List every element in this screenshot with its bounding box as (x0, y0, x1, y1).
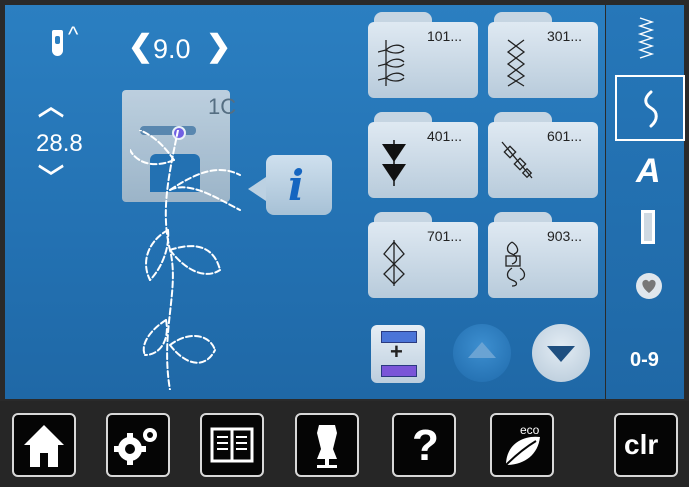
needle-icon (52, 30, 63, 56)
width-increase-button[interactable]: ❯ (206, 32, 231, 62)
quilt-stitch-icon (383, 240, 405, 286)
stitch-length-control: ︿ 28.8 ﹀ (24, 93, 94, 194)
combination-mode-button[interactable]: + (371, 325, 425, 383)
category-number: 401... (426, 128, 462, 144)
width-decrease-button[interactable]: ❮ (128, 32, 153, 62)
clear-label: clr (624, 429, 659, 460)
stitch-length-value: 28.8 (36, 130, 83, 157)
buttonholes-icon[interactable] (641, 210, 655, 244)
category-folder-101[interactable]: 101... (368, 12, 478, 98)
help-button[interactable]: ? (392, 413, 456, 477)
cross-stitch-icon (506, 39, 526, 87)
ornament-stitch-icon (505, 241, 526, 287)
pattern-bar-icon (381, 365, 417, 377)
clear-button[interactable]: clr (614, 413, 678, 477)
plus-icon: + (390, 339, 403, 364)
stitch-width-control: ❮ 9.0 ❯ (128, 30, 238, 70)
info-icon: i (288, 161, 304, 210)
category-folder-903[interactable]: 903... (488, 212, 598, 298)
length-increase-button[interactable]: ︿ (38, 93, 64, 119)
scroll-up-button[interactable] (453, 324, 511, 382)
category-folder-701[interactable]: 701... (368, 212, 478, 298)
monogram-numbers-button[interactable]: 0-9 (630, 349, 659, 372)
gears-icon (114, 428, 157, 465)
eco-button[interactable]: eco (490, 413, 554, 477)
scroll-down-button[interactable] (532, 324, 590, 382)
decorative-stitches-icon[interactable] (640, 90, 662, 130)
quilt-heart-icon[interactable] (635, 272, 663, 300)
needle-caret: ^ (68, 22, 79, 47)
stitch-preview (130, 130, 241, 390)
book-icon (210, 427, 254, 463)
info-button[interactable]: i (248, 155, 332, 215)
category-number: 903... (546, 228, 582, 244)
category-menu (606, 5, 684, 399)
category-number: 301... (546, 28, 582, 44)
category-folder-301[interactable]: 301... (488, 12, 598, 98)
length-decrease-button[interactable]: ﹀ (38, 165, 64, 191)
category-number: 101... (426, 28, 462, 44)
setup-button[interactable] (106, 413, 170, 477)
arrow-down-icon (547, 346, 575, 362)
question-icon: ? (412, 421, 439, 470)
diagonal-stitch-icon (501, 141, 533, 179)
tutorial-button[interactable] (200, 413, 264, 477)
stitch-width-value: 9.0 (153, 34, 191, 64)
category-folder-401[interactable]: 401... (368, 112, 478, 198)
alphabets-button[interactable]: A (636, 152, 661, 191)
practical-stitches-icon[interactable] (636, 16, 658, 62)
creative-consultant-button[interactable] (295, 413, 359, 477)
category-number: 701... (426, 228, 462, 244)
satin-stitch-icon (382, 140, 406, 186)
dress-form-icon (317, 425, 337, 468)
needle-position-indicator[interactable]: ^ (46, 22, 116, 66)
presser-foot-label: 1C (208, 94, 237, 119)
category-number: 601... (546, 128, 582, 144)
home-icon (24, 425, 64, 467)
category-folder-601[interactable]: 601... (488, 112, 598, 198)
leaf-icon (505, 436, 540, 466)
arrow-up-icon (468, 342, 496, 358)
home-button[interactable] (12, 413, 76, 477)
decorative-stitch-icon (378, 40, 405, 86)
